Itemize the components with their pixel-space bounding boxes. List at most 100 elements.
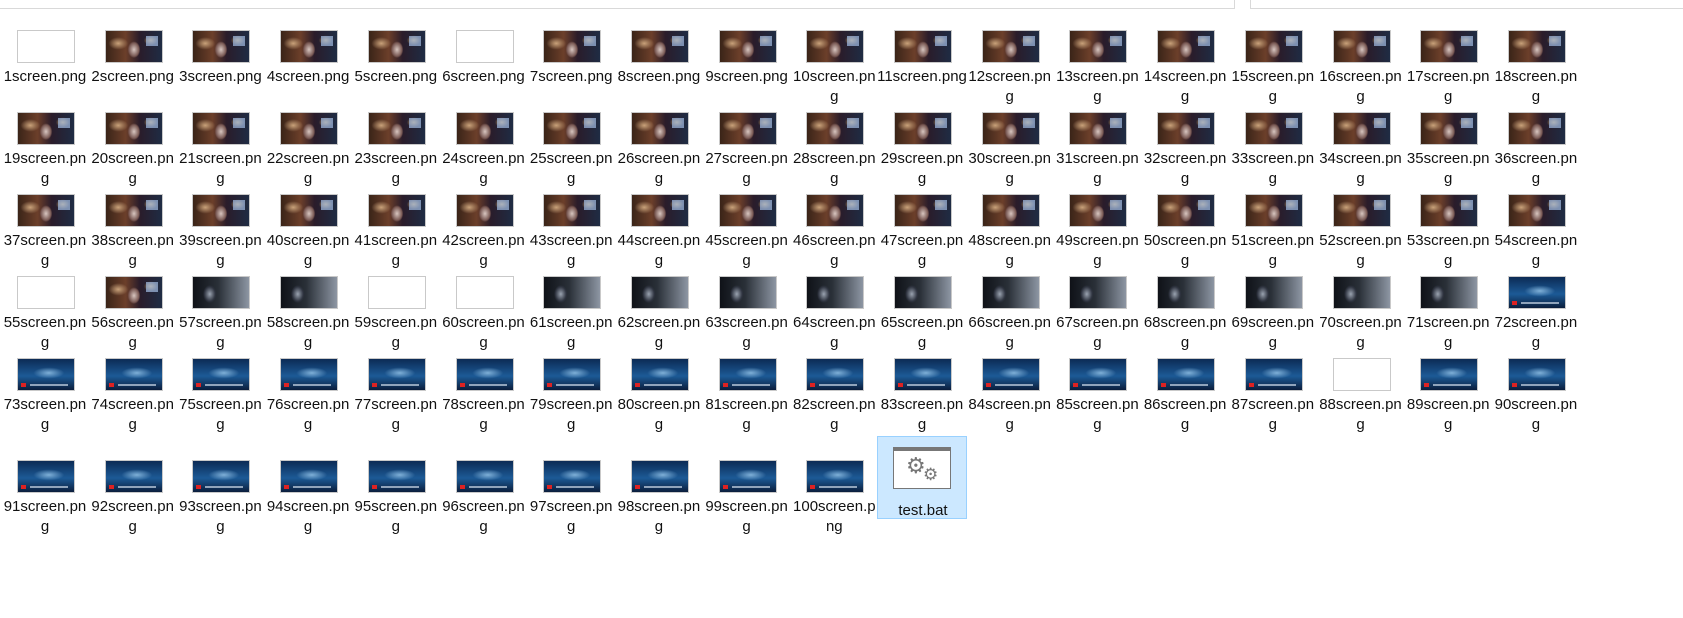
file-item[interactable]: 47screen.png <box>877 184 967 269</box>
file-item[interactable]: 49screen.png <box>1052 184 1142 269</box>
file-item[interactable]: 91screen.png <box>0 450 90 535</box>
file-item[interactable]: 70screen.png <box>1316 266 1406 351</box>
file-item[interactable]: 53screen.png <box>1403 184 1493 269</box>
file-item[interactable]: 17screen.png <box>1403 20 1493 105</box>
file-item[interactable]: 54screen.png <box>1491 184 1581 269</box>
file-item[interactable]: 80screen.png <box>614 348 704 433</box>
file-item[interactable]: 8screen.png <box>614 20 704 100</box>
file-item[interactable]: 32screen.png <box>1140 102 1230 187</box>
file-item[interactable]: 83screen.png <box>877 348 967 433</box>
file-item[interactable]: 42screen.png <box>439 184 529 269</box>
file-item[interactable]: 89screen.png <box>1403 348 1493 433</box>
file-item[interactable]: 5screen.png <box>351 20 441 100</box>
file-item[interactable]: 76screen.png <box>263 348 353 433</box>
file-item[interactable]: 81screen.png <box>702 348 792 433</box>
file-item[interactable]: 87screen.png <box>1228 348 1318 433</box>
file-item[interactable]: 57screen.png <box>175 266 265 351</box>
file-item-bat[interactable]: ⚙ ⚙ test.bat <box>877 436 967 519</box>
file-item[interactable]: 28screen.png <box>789 102 879 187</box>
file-item[interactable]: 19screen.png <box>0 102 90 187</box>
file-item[interactable]: 33screen.png <box>1228 102 1318 187</box>
file-item[interactable]: 11screen.png <box>877 20 967 100</box>
file-item[interactable]: 79screen.png <box>526 348 616 433</box>
file-item[interactable]: 61screen.png <box>526 266 616 351</box>
file-item[interactable]: 52screen.png <box>1316 184 1406 269</box>
file-item[interactable]: 86screen.png <box>1140 348 1230 433</box>
file-item[interactable]: 71screen.png <box>1403 266 1493 351</box>
file-item[interactable]: 35screen.png <box>1403 102 1493 187</box>
file-item[interactable]: 24screen.png <box>439 102 529 187</box>
file-item[interactable]: 100screen.png <box>789 450 879 535</box>
file-item[interactable]: 82screen.png <box>789 348 879 433</box>
file-item[interactable]: 1screen.png <box>0 20 90 100</box>
file-item[interactable]: 75screen.png <box>175 348 265 433</box>
file-item[interactable]: 97screen.png <box>526 450 616 535</box>
file-item[interactable]: 14screen.png <box>1140 20 1230 105</box>
file-item[interactable]: 15screen.png <box>1228 20 1318 105</box>
file-item[interactable]: 22screen.png <box>263 102 353 187</box>
file-item[interactable]: 3screen.png <box>175 20 265 100</box>
file-item[interactable]: 56screen.png <box>88 266 178 351</box>
file-item[interactable]: 84screen.png <box>965 348 1055 433</box>
file-item[interactable]: 98screen.png <box>614 450 704 535</box>
file-item[interactable]: 77screen.png <box>351 348 441 433</box>
file-item[interactable]: 23screen.png <box>351 102 441 187</box>
file-item[interactable]: 48screen.png <box>965 184 1055 269</box>
file-item[interactable]: 10screen.png <box>789 20 879 105</box>
file-item[interactable]: 7screen.png <box>526 20 616 100</box>
file-item[interactable]: 65screen.png <box>877 266 967 351</box>
file-item[interactable]: 43screen.png <box>526 184 616 269</box>
file-item[interactable]: 34screen.png <box>1316 102 1406 187</box>
file-item[interactable]: 27screen.png <box>702 102 792 187</box>
file-item[interactable]: 60screen.png <box>439 266 529 351</box>
file-item[interactable]: 41screen.png <box>351 184 441 269</box>
file-item[interactable]: 55screen.png <box>0 266 90 351</box>
file-item[interactable]: 62screen.png <box>614 266 704 351</box>
file-item[interactable]: 16screen.png <box>1316 20 1406 105</box>
file-item[interactable]: 2screen.png <box>88 20 178 100</box>
file-item[interactable]: 90screen.png <box>1491 348 1581 433</box>
file-item[interactable]: 88screen.png <box>1316 348 1406 433</box>
file-item[interactable]: 93screen.png <box>175 450 265 535</box>
file-item[interactable]: 73screen.png <box>0 348 90 433</box>
file-item[interactable]: 67screen.png <box>1052 266 1142 351</box>
file-item[interactable]: 20screen.png <box>88 102 178 187</box>
file-item[interactable]: 50screen.png <box>1140 184 1230 269</box>
file-item[interactable]: 66screen.png <box>965 266 1055 351</box>
file-item[interactable]: 36screen.png <box>1491 102 1581 187</box>
file-item[interactable]: 68screen.png <box>1140 266 1230 351</box>
file-item[interactable]: 85screen.png <box>1052 348 1142 433</box>
file-item[interactable]: 78screen.png <box>439 348 529 433</box>
file-item[interactable]: 4screen.png <box>263 20 353 100</box>
file-item[interactable]: 6screen.png <box>439 20 529 100</box>
file-item[interactable]: 38screen.png <box>88 184 178 269</box>
file-item[interactable]: 40screen.png <box>263 184 353 269</box>
file-item[interactable]: 99screen.png <box>702 450 792 535</box>
file-item[interactable]: 37screen.png <box>0 184 90 269</box>
file-item[interactable]: 9screen.png <box>702 20 792 100</box>
file-item[interactable]: 25screen.png <box>526 102 616 187</box>
file-item[interactable]: 46screen.png <box>789 184 879 269</box>
file-item[interactable]: 51screen.png <box>1228 184 1318 269</box>
file-item[interactable]: 72screen.png <box>1491 266 1581 351</box>
file-item[interactable]: 21screen.png <box>175 102 265 187</box>
file-item[interactable]: 96screen.png <box>439 450 529 535</box>
file-item[interactable]: 64screen.png <box>789 266 879 351</box>
file-item[interactable]: 63screen.png <box>702 266 792 351</box>
file-item[interactable]: 92screen.png <box>88 450 178 535</box>
file-item[interactable]: 26screen.png <box>614 102 704 187</box>
file-item[interactable]: 94screen.png <box>263 450 353 535</box>
file-item[interactable]: 74screen.png <box>88 348 178 433</box>
file-item[interactable]: 29screen.png <box>877 102 967 187</box>
file-item[interactable]: 95screen.png <box>351 450 441 535</box>
file-item[interactable]: 58screen.png <box>263 266 353 351</box>
file-item[interactable]: 12screen.png <box>965 20 1055 105</box>
file-item[interactable]: 44screen.png <box>614 184 704 269</box>
file-item[interactable]: 69screen.png <box>1228 266 1318 351</box>
file-item[interactable]: 31screen.png <box>1052 102 1142 187</box>
file-item[interactable]: 39screen.png <box>175 184 265 269</box>
file-item[interactable]: 30screen.png <box>965 102 1055 187</box>
file-item[interactable]: 45screen.png <box>702 184 792 269</box>
file-item[interactable]: 13screen.png <box>1052 20 1142 105</box>
file-item[interactable]: 59screen.png <box>351 266 441 351</box>
